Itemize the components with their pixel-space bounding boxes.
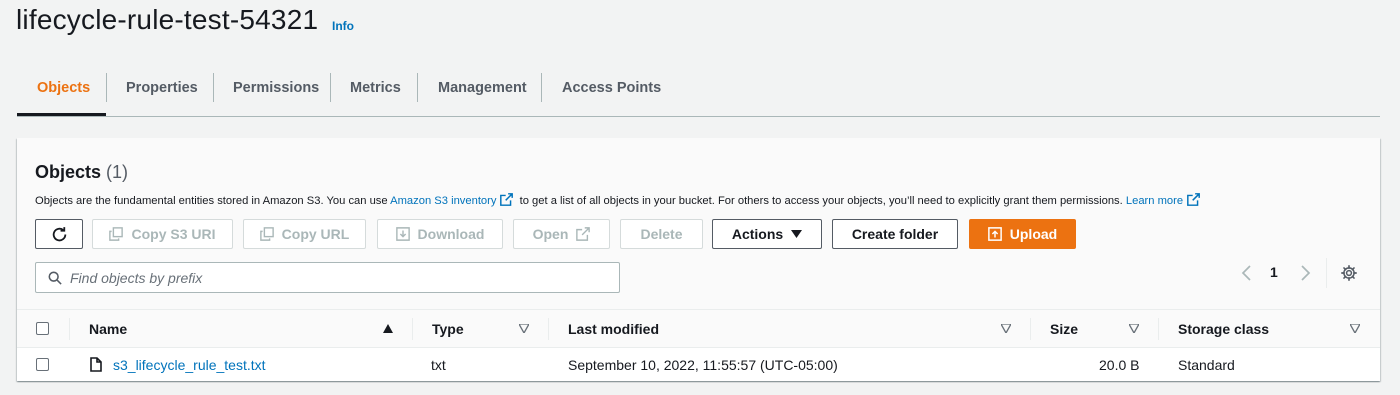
sort-icon[interactable] <box>1350 324 1360 333</box>
s3-bucket-page: lifecycle-rule-test-54321 Info Objects P… <box>0 0 1400 395</box>
external-link-icon[interactable] <box>500 193 514 206</box>
object-storage-class: Standard <box>1178 357 1235 373</box>
copy-s3-uri-button[interactable]: Copy S3 URI <box>92 219 233 249</box>
tab-divider <box>541 73 542 102</box>
search-box <box>35 262 620 293</box>
sort-icon[interactable] <box>1001 324 1011 333</box>
objects-panel-header: Objects (1) Objects are the fundamental … <box>17 138 1380 310</box>
object-last-modified: September 10, 2022, 11:55:57 (UTC-05:00) <box>568 357 838 373</box>
description-text-start: Objects are the fundamental entities sto… <box>35 195 388 207</box>
download-icon <box>395 227 410 241</box>
description-text-end: to get a list of all objects in your buc… <box>519 195 1123 207</box>
actions-dropdown-button[interactable]: Actions <box>712 219 822 249</box>
external-link-icon[interactable] <box>1187 193 1201 206</box>
object-type: txt <box>431 357 446 373</box>
tab-divider <box>106 73 107 102</box>
objects-count: (1) <box>106 162 129 182</box>
tab-metrics[interactable]: Metrics <box>350 73 401 103</box>
copy-icon <box>259 227 274 241</box>
next-page-icon[interactable] <box>1297 265 1313 281</box>
file-icon <box>90 357 102 372</box>
create-folder-label: Create folder <box>851 226 939 242</box>
upload-icon <box>987 227 1002 241</box>
upload-label: Upload <box>1009 226 1058 242</box>
active-tab-indicator <box>17 113 106 116</box>
column-header-storage-class[interactable]: Storage class <box>1178 321 1269 337</box>
external-link-icon <box>576 227 591 241</box>
column-divider <box>69 318 70 340</box>
objects-table-header: Name Type Last modified Size Storage cla… <box>17 310 1380 348</box>
column-divider <box>1158 318 1159 340</box>
sort-icon[interactable] <box>519 324 529 333</box>
search-icon <box>48 271 62 285</box>
objects-panel: Objects (1) Objects are the fundamental … <box>17 138 1380 381</box>
upload-button[interactable]: Upload <box>969 219 1076 249</box>
pagination-divider <box>1326 258 1327 288</box>
select-all-checkbox[interactable] <box>36 322 49 335</box>
actions-label: Actions <box>731 226 784 242</box>
bucket-title: lifecycle-rule-test-54321 <box>16 4 319 35</box>
caret-down-icon <box>791 230 803 238</box>
column-header-name[interactable]: Name <box>89 321 127 337</box>
refresh-icon <box>52 226 66 241</box>
objects-panel-title: Objects (1) <box>35 162 128 183</box>
delete-button[interactable]: Delete <box>620 219 703 249</box>
objects-description: Objects are the fundamental entities sto… <box>35 193 1203 207</box>
download-label: Download <box>417 226 485 242</box>
column-divider <box>548 318 549 340</box>
refresh-button[interactable] <box>35 219 83 249</box>
table-row[interactable]: s3_lifecycle_rule_test.txt txt September… <box>17 348 1380 381</box>
tab-permissions[interactable]: Permissions <box>233 73 319 103</box>
previous-page-icon[interactable] <box>1239 265 1255 281</box>
object-size: 20.0 B <box>1099 357 1140 373</box>
tab-bar: Objects Properties Permissions Metrics M… <box>17 60 1380 117</box>
sort-ascending-icon[interactable] <box>383 324 393 333</box>
create-folder-button[interactable]: Create folder <box>832 219 958 249</box>
gear-icon[interactable] <box>1340 264 1358 282</box>
copy-url-button[interactable]: Copy URL <box>243 219 366 249</box>
download-button[interactable]: Download <box>377 219 503 249</box>
tab-divider <box>330 73 331 102</box>
column-header-type[interactable]: Type <box>432 321 464 337</box>
row-checkbox[interactable] <box>36 358 49 371</box>
column-divider <box>412 318 413 340</box>
sort-icon[interactable] <box>1129 324 1139 333</box>
tab-access-points[interactable]: Access Points <box>562 73 661 103</box>
copy-url-label: Copy URL <box>281 226 350 242</box>
learn-more-link[interactable]: Learn more <box>1126 195 1183 207</box>
object-name-link[interactable]: s3_lifecycle_rule_test.txt <box>113 357 266 373</box>
current-page-number[interactable]: 1 <box>1270 264 1278 280</box>
copy-s3-uri-label: Copy S3 URI <box>131 226 216 242</box>
objects-title-label: Objects <box>35 162 102 182</box>
copy-icon <box>109 227 124 241</box>
tab-divider <box>213 73 214 102</box>
open-label: Open <box>532 226 569 242</box>
info-link[interactable]: Info <box>332 19 354 33</box>
tab-management[interactable]: Management <box>438 73 527 103</box>
tab-properties[interactable]: Properties <box>126 73 198 103</box>
search-input[interactable] <box>70 269 619 286</box>
open-button[interactable]: Open <box>513 219 610 249</box>
column-divider <box>1030 318 1031 340</box>
tab-objects[interactable]: Objects <box>37 73 90 103</box>
delete-label: Delete <box>640 226 683 242</box>
column-header-size[interactable]: Size <box>1050 321 1078 337</box>
inventory-link[interactable]: Amazon S3 inventory <box>390 195 496 207</box>
column-header-last-modified[interactable]: Last modified <box>568 321 659 337</box>
tab-divider <box>417 73 418 102</box>
